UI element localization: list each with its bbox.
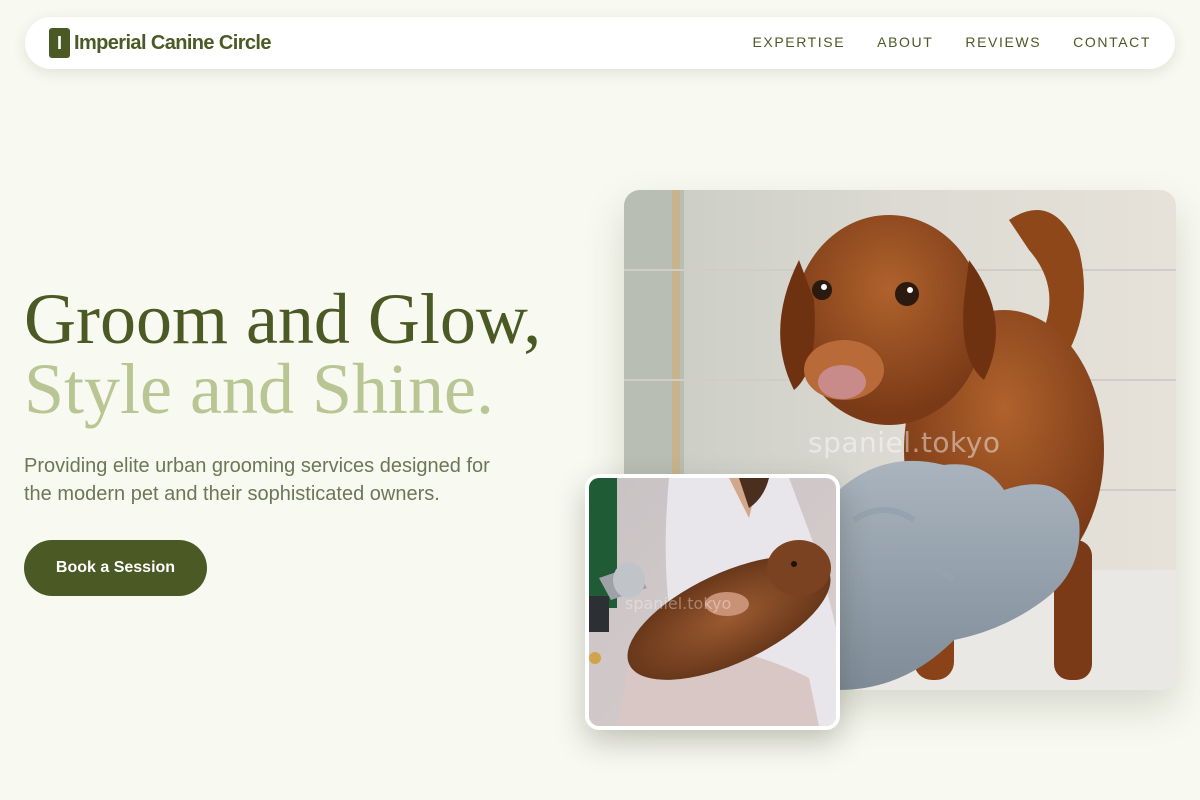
- groomer-drying-photo: spaniel.tokyo: [585, 474, 840, 730]
- nav-link-expertise[interactable]: EXPERTISE: [752, 34, 845, 50]
- page: I Imperial Canine Circle EXPERTISE ABOUT…: [0, 0, 1200, 800]
- brand-name: Imperial Canine Circle: [74, 31, 271, 54]
- nav-links: EXPERTISE ABOUT REVIEWS CONTACT: [752, 34, 1151, 52]
- brand-logo-link[interactable]: I Imperial Canine Circle: [49, 28, 271, 58]
- hero-title-line1: Groom and Glow,: [24, 279, 542, 359]
- hero-title-line2: Style and Shine.: [24, 349, 494, 429]
- brand-mark-icon: I: [49, 28, 70, 58]
- top-navbar: I Imperial Canine Circle EXPERTISE ABOUT…: [25, 17, 1175, 69]
- hero-title: Groom and Glow, Style and Shine.: [24, 279, 542, 429]
- book-session-button[interactable]: Book a Session: [24, 540, 207, 596]
- nav-link-reviews[interactable]: REVIEWS: [965, 34, 1041, 50]
- hero-subtitle: Providing elite urban grooming services …: [24, 455, 490, 505]
- nav-link-about[interactable]: ABOUT: [877, 34, 933, 50]
- groomer-drying-photo-art: [589, 478, 836, 726]
- nav-link-contact[interactable]: CONTACT: [1073, 34, 1151, 50]
